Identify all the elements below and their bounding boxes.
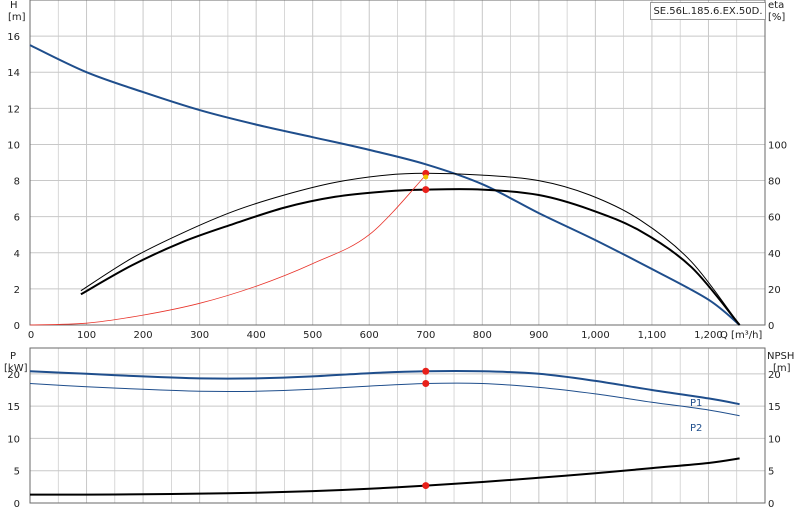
- x-tick-label: 1,000: [581, 330, 610, 341]
- x-tick-label: 400: [247, 330, 266, 341]
- x-tick-label: 300: [190, 330, 209, 341]
- top-left-axis-unit: [m]: [8, 12, 26, 23]
- top-right-y-tick-label: 40: [768, 249, 781, 260]
- bottom-left-y-tick-label: 10: [7, 434, 20, 445]
- duty-point-marker: [422, 482, 430, 490]
- bottom-right-y-tick-label: 0: [768, 499, 774, 510]
- eta-curve: [80, 172, 740, 326]
- chart-canvas: 0 100 200 300 400 500 600 700 800 900 1,000 1,100 1,…: [4, 0, 794, 510]
- head-curve: [29, 44, 741, 326]
- duty-point-marker: [422, 367, 430, 375]
- bottom-right-axis-title: NPSH: [767, 351, 794, 362]
- x-axis-label: Q [m³/h]: [720, 330, 762, 341]
- bottom-right-y-tick-label: 15: [768, 402, 781, 413]
- x-tick-label: 100: [77, 330, 96, 341]
- top-left-axis-title: H: [10, 0, 18, 11]
- pump_eta-curve: [80, 188, 741, 326]
- top-left-y-tick-label: 0: [14, 321, 20, 332]
- duty-point-marker: [422, 380, 430, 388]
- x-tick-label: 600: [360, 330, 379, 341]
- bottom-left-axis-title: P: [10, 351, 16, 362]
- top-right-axis-title: eta: [768, 0, 784, 11]
- x-tick-label: 200: [134, 330, 153, 341]
- bottom-left-y-tick-label: 5: [14, 467, 20, 478]
- top-plot-grid: [29, 0, 766, 326]
- top-left-y-tick-label: 6: [14, 213, 20, 224]
- p2-curve: [29, 382, 740, 417]
- bottom-plot-series: [29, 369, 740, 496]
- top-right-y-tick-label: 100: [768, 140, 787, 151]
- top-left-y-tick-label: 16: [7, 32, 20, 43]
- pump-curve-chart: 0 100 200 300 400 500 600 700 800 900 1,000 1,100 1,…: [0, 0, 800, 520]
- top-right-y-tick-label: 60: [768, 213, 781, 224]
- x-tick-label: 800: [473, 330, 492, 341]
- bottom-right-axis-unit: [m]: [773, 363, 791, 374]
- bottom-left-y-tick-label: 0: [14, 499, 20, 510]
- top-left-y-tick-label: 2: [14, 285, 20, 296]
- model-label: SE.56L.185.6.EX.50D.: [650, 2, 766, 20]
- bottom-right-y-tick-label: 5: [768, 467, 774, 478]
- bottom-right-y-tick-label: 10: [768, 434, 781, 445]
- top-left-y-tick-label: 8: [14, 177, 20, 188]
- top-left-y-tick-label: 4: [14, 249, 20, 260]
- top-right-axis-unit: [%]: [768, 12, 785, 23]
- p2-series-label: P2: [690, 423, 702, 434]
- p1-series-label: P1: [690, 398, 702, 409]
- bottom-left-y-tick-label: 15: [7, 402, 20, 413]
- top-right-y-tick-label: 0: [768, 321, 774, 332]
- top-left-y-tick-label: 12: [7, 104, 20, 115]
- x-tick-label: 500: [303, 330, 322, 341]
- duty-point-marker: [422, 186, 430, 194]
- top-right-y-tick-label: 20: [768, 285, 781, 296]
- x-tick-label: 0: [28, 330, 34, 341]
- x-tick-label: 1,100: [638, 330, 667, 341]
- top-plot-series: [29, 44, 741, 326]
- x-tick-label: 900: [529, 330, 548, 341]
- npsh-curve: [29, 457, 740, 496]
- top-right-y-tick-label: 80: [768, 177, 781, 188]
- x-tick-label: 1,200: [694, 330, 723, 341]
- operating-point-highlight: [423, 174, 429, 180]
- x-tick-label: 700: [416, 330, 435, 341]
- bottom-left-axis-unit: [kW]: [4, 363, 28, 374]
- top-left-y-tick-label: 14: [7, 68, 20, 79]
- top-left-y-tick-label: 10: [7, 140, 20, 151]
